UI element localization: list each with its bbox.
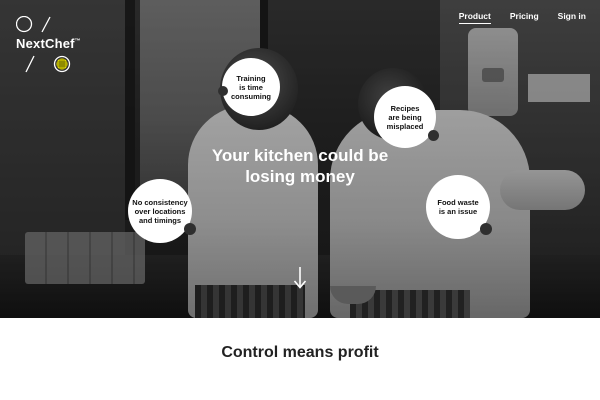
nav-link-sign-in[interactable]: Sign in xyxy=(558,11,586,24)
arrow-down-icon[interactable] xyxy=(293,266,307,290)
bubble-waste-text: Food waste is an issue xyxy=(437,198,479,216)
bubble-bite xyxy=(428,130,439,141)
headline-line-1: Your kitchen could be xyxy=(211,146,389,165)
bubble-bite xyxy=(480,223,492,235)
nav-link-pricing[interactable]: Pricing xyxy=(510,11,539,24)
nav-link-product[interactable]: Product xyxy=(458,11,491,24)
top-nav: Product Pricing Sign in xyxy=(458,11,586,24)
trademark-symbol: ™ xyxy=(74,38,81,45)
value-section: Control means profit xyxy=(0,318,600,400)
bubble-bite xyxy=(184,223,196,235)
bubble-consistency-text: No consistency over locations and timing… xyxy=(132,197,188,225)
bubble-recipes-text: Recipes are being misplaced xyxy=(386,103,424,131)
tagline-bold: profit xyxy=(337,344,379,361)
bubble-bite xyxy=(218,86,228,96)
bubble-consistency: No consistency over locations and timing… xyxy=(128,179,196,243)
bubble-training-text: Training is time consuming xyxy=(230,73,271,101)
brand-name: NextChef xyxy=(16,36,75,51)
bubble-waste: Food waste is an issue xyxy=(426,175,492,239)
headline-line-2: losing money xyxy=(245,167,355,186)
bubble-training: Training is time consuming xyxy=(218,58,280,116)
nextchef-logo[interactable]: NextChef™ xyxy=(16,16,88,80)
section-tagline: Control means profit xyxy=(0,344,600,362)
hero-section: NextChef™ Product Pricing Sign in Your k… xyxy=(0,0,600,318)
logo-text: NextChef™ xyxy=(16,36,81,51)
tagline-plain: Control means xyxy=(221,344,338,361)
hero-headline: Your kitchen could be losing money xyxy=(0,145,600,188)
bubble-recipes: Recipes are being misplaced xyxy=(374,86,439,148)
